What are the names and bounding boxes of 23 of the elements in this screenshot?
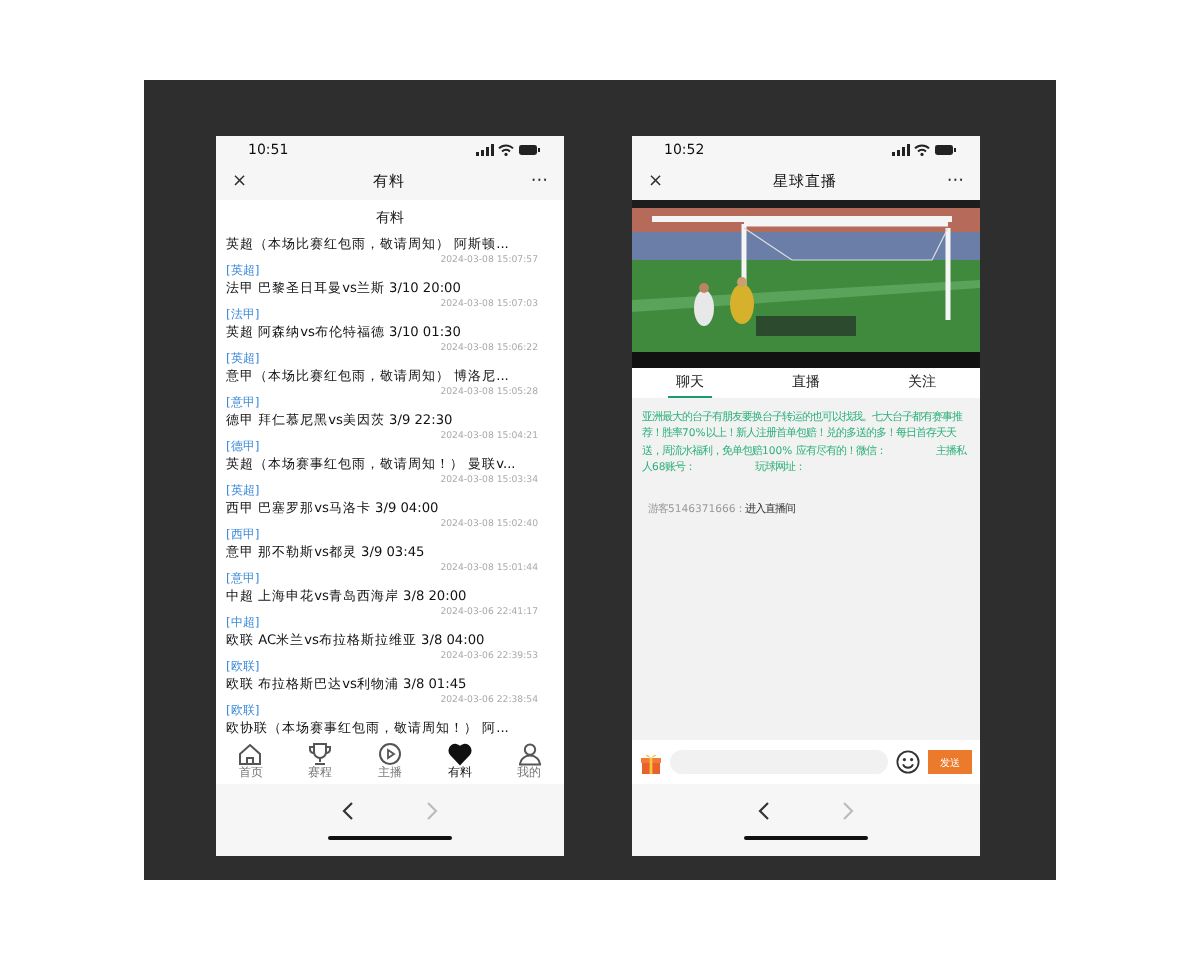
wifi-icon	[914, 144, 930, 156]
play-icon	[377, 742, 402, 766]
person-icon	[517, 742, 542, 766]
close-button[interactable]: ×	[226, 170, 254, 194]
heart-icon	[447, 742, 472, 766]
home-icon	[238, 742, 263, 766]
wifi-icon	[498, 144, 514, 156]
gift-icon[interactable]	[640, 751, 662, 773]
back-icon[interactable]	[342, 801, 354, 819]
battery-icon	[934, 144, 956, 156]
signal-icon	[892, 144, 910, 156]
home-indicator	[744, 836, 868, 840]
more-button[interactable]: ···	[524, 170, 554, 194]
more-button[interactable]: ···	[940, 170, 970, 194]
forward-icon[interactable]	[842, 801, 854, 819]
back-icon[interactable]	[758, 801, 770, 819]
signal-icon	[476, 144, 494, 156]
home-indicator	[328, 836, 452, 840]
close-button[interactable]: ×	[642, 170, 670, 194]
forward-icon[interactable]	[426, 801, 438, 819]
battery-icon	[518, 144, 540, 156]
trophy-icon	[308, 742, 333, 766]
emoji-icon[interactable]	[896, 750, 920, 774]
